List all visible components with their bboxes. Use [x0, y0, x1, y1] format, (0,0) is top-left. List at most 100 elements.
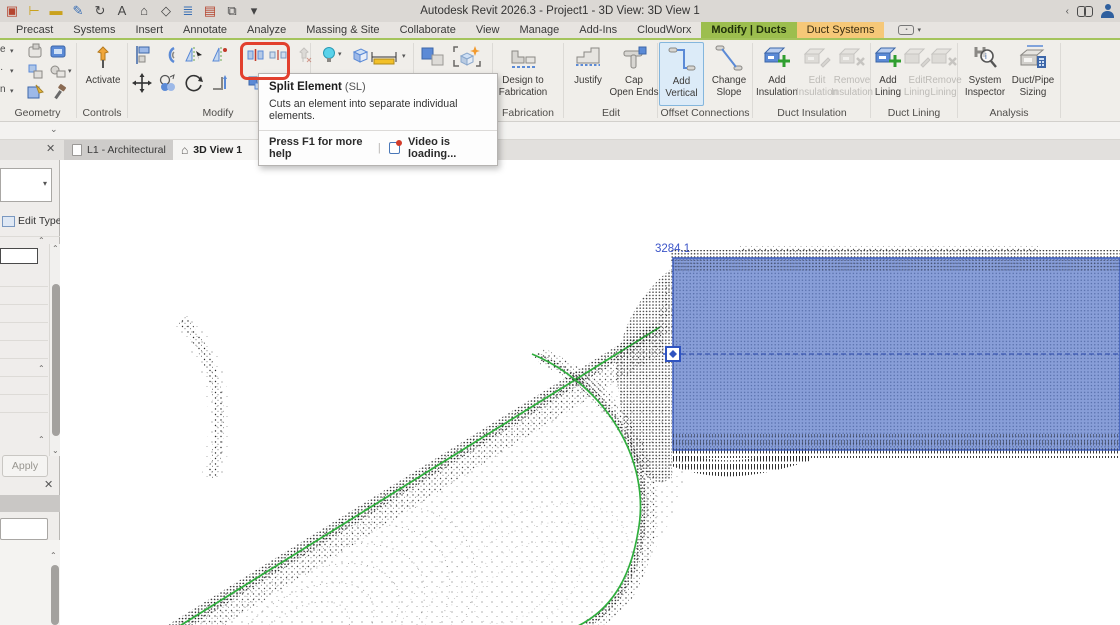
remove-insulation-button-disabled[interactable]: Remove Insulation — [831, 43, 873, 105]
system-inspector-button[interactable]: i System Inspector — [962, 43, 1008, 105]
mirror-draw-axis-icon[interactable] — [210, 45, 230, 65]
remove-lining-button-disabled[interactable]: Remove Lining — [925, 43, 962, 105]
view-tab-l1-architectural[interactable]: L1 - Architectural — [64, 140, 175, 160]
offset-icon[interactable] — [158, 45, 178, 65]
panel-label-edit: Edit — [601, 107, 621, 119]
tab-modify-ducts[interactable]: Modify | Ducts — [701, 22, 797, 38]
qat-customize-caret-icon[interactable]: ▾ — [246, 0, 262, 22]
demolish-hammer-icon[interactable] — [50, 82, 70, 102]
button-label-line: Add — [768, 75, 786, 86]
dropdown-caret-icon[interactable]: ▾ — [10, 47, 14, 55]
duct-dimension-label[interactable]: 3284.1 — [655, 243, 690, 255]
tooltip-help-text: Press F1 for more help — [269, 136, 363, 160]
dropdown-caret-icon[interactable]: ▾ — [402, 52, 406, 60]
tab-massing-site[interactable]: Massing & Site — [296, 22, 389, 38]
quick-access-toolbar[interactable]: ▣ ⊢ ▬ ✎ ↻ A ⌂ ◇ ≣ ▤ ⧉ ▾ — [0, 0, 262, 22]
pin-measure-icon[interactable]: ⊢ — [26, 0, 42, 22]
visibility-list-icon[interactable]: ≣ — [180, 0, 196, 22]
tab-duct-systems[interactable]: Duct Systems — [796, 22, 885, 38]
duct-pipe-sizing-button[interactable]: Duct/Pipe Sizing — [1008, 43, 1058, 105]
cut-profile-icon[interactable] — [48, 42, 68, 62]
section-collapse-icon[interactable]: ⌃ — [38, 237, 45, 245]
scrollbar-thumb[interactable] — [51, 284, 60, 436]
activate-button[interactable]: Activate — [80, 43, 126, 105]
property-value-input[interactable] — [0, 248, 38, 264]
selected-duct-element[interactable] — [672, 257, 1120, 451]
add-vertical-icon — [667, 44, 697, 74]
coping-icon[interactable] — [26, 62, 46, 82]
move-icon[interactable] — [132, 73, 152, 93]
default-3d-view-icon[interactable]: ⌂ — [136, 0, 152, 22]
edit-insulation-button-disabled[interactable]: Edit Insulation — [796, 43, 838, 105]
tab-annotate[interactable]: Annotate — [173, 22, 237, 38]
measure-icon[interactable] — [370, 47, 398, 67]
undo-icon[interactable]: ↻ — [92, 0, 108, 22]
dropdown-caret-icon[interactable]: ▾ — [68, 67, 72, 75]
unpin-icon-disabled[interactable] — [294, 45, 314, 65]
dropdown-caret-icon[interactable]: ▾ — [338, 50, 342, 58]
trim-extend-icon[interactable] — [210, 73, 230, 93]
tab-collaborate[interactable]: Collaborate — [390, 22, 466, 38]
tab-add-ins[interactable]: Add-Ins — [569, 22, 627, 38]
cap-open-ends-button[interactable]: Cap Open Ends — [609, 43, 659, 105]
add-vertical-button[interactable]: Add Vertical — [659, 42, 704, 106]
file-icon[interactable]: ▣ — [4, 0, 20, 22]
dimension-icon[interactable]: ▬ — [48, 0, 64, 22]
text-icon[interactable]: A — [114, 0, 130, 22]
account-person-icon[interactable] — [1101, 4, 1114, 18]
ribbon-display-toggle[interactable]: ▪ ▾ — [898, 22, 921, 38]
button-label-line: Design to — [502, 75, 544, 86]
add-insulation-button[interactable]: Add Insulation — [756, 43, 798, 105]
rotate-icon[interactable] — [184, 73, 204, 93]
create-cubes-icon[interactable] — [420, 44, 446, 66]
align-icon[interactable] — [132, 45, 152, 65]
copy-icon[interactable] — [158, 73, 178, 93]
scroll-up-icon[interactable]: ⌃ — [52, 245, 59, 253]
properties-scrollbar[interactable]: ⌃ ⌄ — [49, 244, 60, 456]
tab-cloudworx[interactable]: CloudWorx — [627, 22, 701, 38]
dropdown-caret-icon[interactable]: ▾ — [10, 87, 14, 95]
search-binoculars-icon[interactable] — [1077, 5, 1093, 17]
point-cloud-bottom-fringe — [673, 450, 1120, 458]
design-to-fabrication-button[interactable]: Design to Fabrication — [496, 43, 550, 105]
browser-search-input[interactable] — [0, 518, 48, 540]
scroll-down-icon[interactable]: ⌄ — [52, 447, 59, 455]
tab-view[interactable]: View — [466, 22, 510, 38]
tab-systems[interactable]: Systems — [63, 22, 125, 38]
3d-box-icon[interactable] — [350, 45, 370, 65]
paste-icon[interactable] — [26, 42, 46, 62]
edit-type-button[interactable]: Edit Type — [2, 215, 62, 227]
apply-button[interactable]: Apply — [2, 455, 48, 477]
project-browser-tree[interactable]: ⌃ — [0, 540, 60, 625]
project-browser-header[interactable] — [0, 495, 60, 512]
dropdown-caret-icon[interactable]: ▾ — [10, 67, 14, 75]
panel-label-analysis: Analysis — [989, 107, 1029, 119]
sun-settings-icon[interactable]: ◇ — [158, 0, 174, 22]
tag-icon[interactable]: ✎ — [70, 0, 86, 22]
scrollbar-thumb[interactable] — [50, 565, 59, 625]
justify-button[interactable]: Justify — [567, 43, 609, 105]
drawing-area-3d-view[interactable]: 3284.1 — [60, 160, 1120, 625]
add-lining-button[interactable]: Add Lining — [873, 43, 903, 105]
section-collapse-icon[interactable]: ⌃ — [38, 365, 45, 373]
section-box-icon[interactable]: ⧉ — [224, 0, 240, 22]
create-group-icon[interactable] — [452, 44, 482, 67]
tab-analyze[interactable]: Analyze — [237, 22, 296, 38]
tab-manage[interactable]: Manage — [509, 22, 569, 38]
lightbulb-icon[interactable] — [320, 45, 340, 65]
type-selector[interactable]: ▾ — [0, 168, 52, 202]
tab-insert[interactable]: Insert — [125, 22, 173, 38]
tab-precast[interactable]: Precast — [6, 22, 63, 38]
change-slope-button[interactable]: Change Slope — [707, 43, 751, 105]
join-geometry-icon[interactable] — [48, 62, 68, 82]
properties-close-icon[interactable]: ✕ — [46, 144, 55, 155]
collapse-arrow-icon[interactable]: ‹ — [1066, 6, 1069, 17]
edit-boundary-icon[interactable] — [26, 82, 46, 102]
mirror-pick-axis-icon[interactable] — [184, 45, 204, 65]
panel-collapse-chevron-icon[interactable]: ⌄ — [50, 124, 58, 135]
palette-close-icon[interactable]: ✕ — [44, 480, 53, 491]
close-hidden-icon[interactable]: ▤ — [202, 0, 218, 22]
duct-connector-handle[interactable] — [663, 346, 683, 362]
section-collapse-icon[interactable]: ⌃ — [38, 436, 45, 444]
scroll-up-icon[interactable]: ⌃ — [50, 552, 57, 560]
